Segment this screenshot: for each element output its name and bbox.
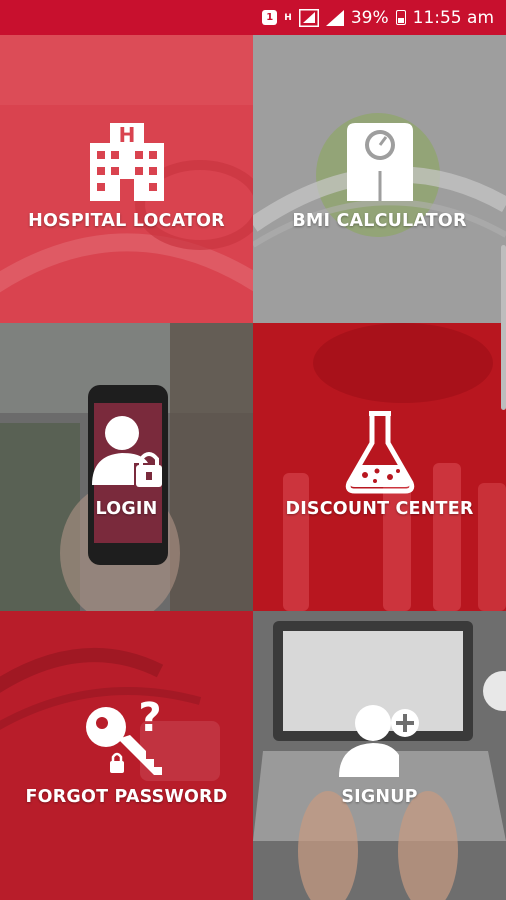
bmi-calculator-tile[interactable]: BMI CALCULATOR xyxy=(253,35,506,323)
signup-tile[interactable]: SIGNUP xyxy=(253,611,506,900)
notification-icon: 1 xyxy=(262,10,278,25)
signal-icon xyxy=(325,9,344,26)
signup-label: SIGNUP xyxy=(341,787,418,807)
svg-text:?: ? xyxy=(138,695,161,741)
sim-signal-icon xyxy=(298,8,319,27)
menu-grid: H HOSPITAL LOCATOR BMI CALCULATOR LOGIN … xyxy=(0,35,506,900)
discount-center-label: DISCOUNT CENTER xyxy=(285,499,474,519)
login-label: LOGIN xyxy=(95,499,158,519)
user-lock-icon xyxy=(91,416,162,487)
status-bar: 1 H 39% 11:55 am xyxy=(0,0,506,35)
key-question-icon: ? xyxy=(85,695,162,775)
hospital-icon: H xyxy=(89,123,164,201)
bmi-calculator-label: BMI CALCULATOR xyxy=(292,211,467,231)
hospital-locator-tile[interactable]: H HOSPITAL LOCATOR xyxy=(0,35,253,323)
battery-percent: 39% xyxy=(350,7,389,28)
flask-icon xyxy=(345,411,414,494)
svg-text:H: H xyxy=(118,123,135,147)
hospital-locator-label: HOSPITAL LOCATOR xyxy=(28,211,225,231)
clock: 11:55 am xyxy=(412,7,494,28)
battery-icon xyxy=(395,10,406,25)
forgot-password-tile[interactable]: ? FORGOT PASSWORD xyxy=(0,611,253,900)
forgot-password-label: FORGOT PASSWORD xyxy=(25,787,228,807)
network-h-icon: H xyxy=(284,12,292,23)
scale-icon xyxy=(346,123,413,201)
notification-badge: 1 xyxy=(262,10,278,25)
login-tile[interactable]: LOGIN xyxy=(0,323,253,611)
scrollbar-thumb[interactable] xyxy=(501,245,506,410)
discount-center-tile[interactable]: DISCOUNT CENTER xyxy=(253,323,506,611)
add-user-icon xyxy=(338,705,419,777)
